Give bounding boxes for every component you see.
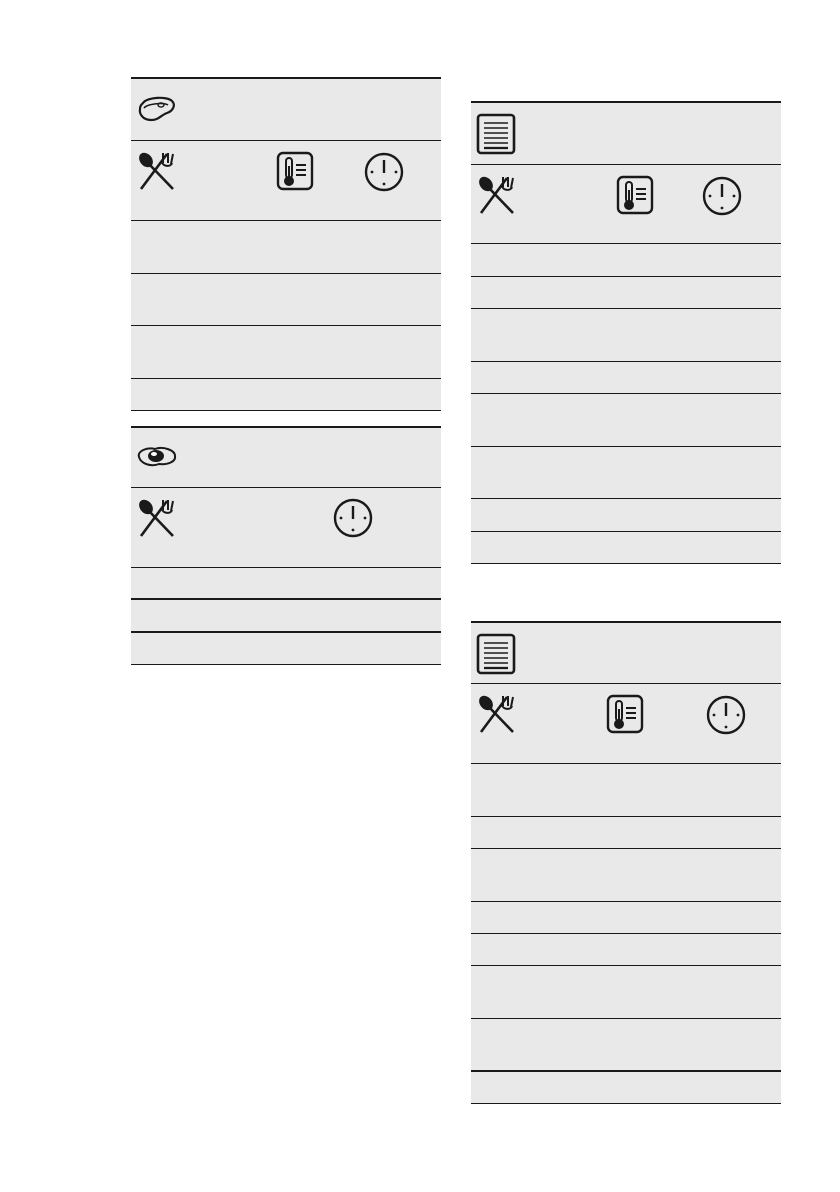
table-row bbox=[131, 221, 441, 274]
tray-column-icons-row bbox=[471, 165, 781, 244]
table-row bbox=[131, 633, 441, 665]
spoon-fork-icon bbox=[137, 498, 177, 538]
spoon-fork-icon bbox=[137, 151, 177, 191]
clock-icon bbox=[363, 151, 405, 193]
baking-tray-icon bbox=[476, 633, 516, 675]
temperature-icon bbox=[606, 694, 644, 734]
table-row bbox=[131, 600, 441, 633]
tray-table-1 bbox=[471, 101, 781, 564]
table-row bbox=[471, 934, 781, 966]
egg-category-row bbox=[131, 426, 441, 488]
table-row bbox=[471, 244, 781, 277]
table-row bbox=[471, 309, 781, 362]
clock-icon bbox=[332, 497, 374, 539]
table-row bbox=[471, 817, 781, 849]
tray-column-icons-row bbox=[471, 684, 781, 764]
table-row bbox=[131, 274, 441, 326]
table-row bbox=[471, 764, 781, 817]
table-row bbox=[471, 1019, 781, 1072]
meat-table bbox=[131, 77, 441, 411]
table-row bbox=[471, 394, 781, 447]
table-row bbox=[131, 379, 441, 411]
clock-icon bbox=[705, 694, 747, 736]
table-row bbox=[471, 902, 781, 934]
meat-category-row bbox=[131, 77, 441, 141]
table-row bbox=[471, 277, 781, 309]
baking-tray-icon bbox=[476, 113, 516, 155]
table-row bbox=[471, 447, 781, 499]
table-row bbox=[471, 849, 781, 902]
table-row bbox=[131, 326, 441, 379]
table-row bbox=[471, 1072, 781, 1104]
tray-category-row bbox=[471, 621, 781, 684]
temperature-icon bbox=[276, 151, 314, 191]
egg-column-icons-row bbox=[131, 488, 441, 568]
table-row bbox=[131, 568, 441, 600]
fried-egg-icon bbox=[135, 444, 179, 470]
steak-icon bbox=[137, 95, 177, 123]
egg-table bbox=[131, 426, 441, 665]
meat-column-icons-row bbox=[131, 141, 441, 221]
tray-table-2 bbox=[471, 621, 781, 1104]
table-row bbox=[471, 362, 781, 394]
table-row bbox=[471, 499, 781, 532]
spoon-fork-icon bbox=[477, 175, 517, 215]
temperature-icon bbox=[616, 175, 654, 215]
table-row bbox=[471, 966, 781, 1019]
tray-category-row bbox=[471, 101, 781, 165]
clock-icon bbox=[701, 175, 743, 217]
table-row bbox=[471, 532, 781, 564]
spoon-fork-icon bbox=[477, 694, 517, 734]
